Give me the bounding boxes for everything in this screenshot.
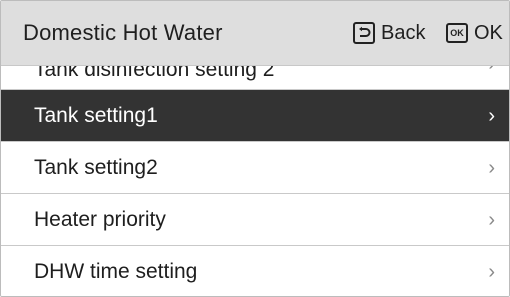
menu-item-dhw-time-setting[interactable]: DHW time setting › bbox=[1, 246, 509, 296]
chevron-right-icon: › bbox=[488, 209, 495, 231]
menu-item-label: Tank setting1 bbox=[34, 104, 158, 127]
menu-item-heater-priority[interactable]: Heater priority › bbox=[1, 194, 509, 246]
back-label: Back bbox=[381, 21, 426, 44]
ok-key-icon: OK bbox=[446, 23, 468, 43]
menu-item-label: Tank setting2 bbox=[34, 156, 158, 179]
chevron-right-icon: › bbox=[488, 157, 495, 179]
menu-item-tank-setting1[interactable]: Tank setting1 › bbox=[1, 90, 509, 142]
chevron-right-icon: › bbox=[488, 105, 495, 127]
page-title: Domestic Hot Water bbox=[23, 20, 223, 45]
menu-item-label: Heater priority bbox=[34, 208, 166, 231]
ok-label: OK bbox=[474, 21, 503, 44]
ok-button[interactable]: OK OK bbox=[446, 20, 503, 46]
back-button[interactable]: Back bbox=[353, 20, 425, 46]
menu-item-label: DHW time setting bbox=[34, 260, 198, 283]
dhw-settings-screen: Domestic Hot Water Back OK OK Tank disin… bbox=[0, 0, 510, 297]
menu-list: Tank disinfection setting 2 › Tank setti… bbox=[1, 38, 509, 296]
back-arrow-icon bbox=[353, 22, 375, 44]
header-bar: Domestic Hot Water Back OK OK bbox=[1, 1, 509, 66]
menu-item-tank-setting2[interactable]: Tank setting2 › bbox=[1, 142, 509, 194]
chevron-right-icon: › bbox=[488, 261, 495, 283]
